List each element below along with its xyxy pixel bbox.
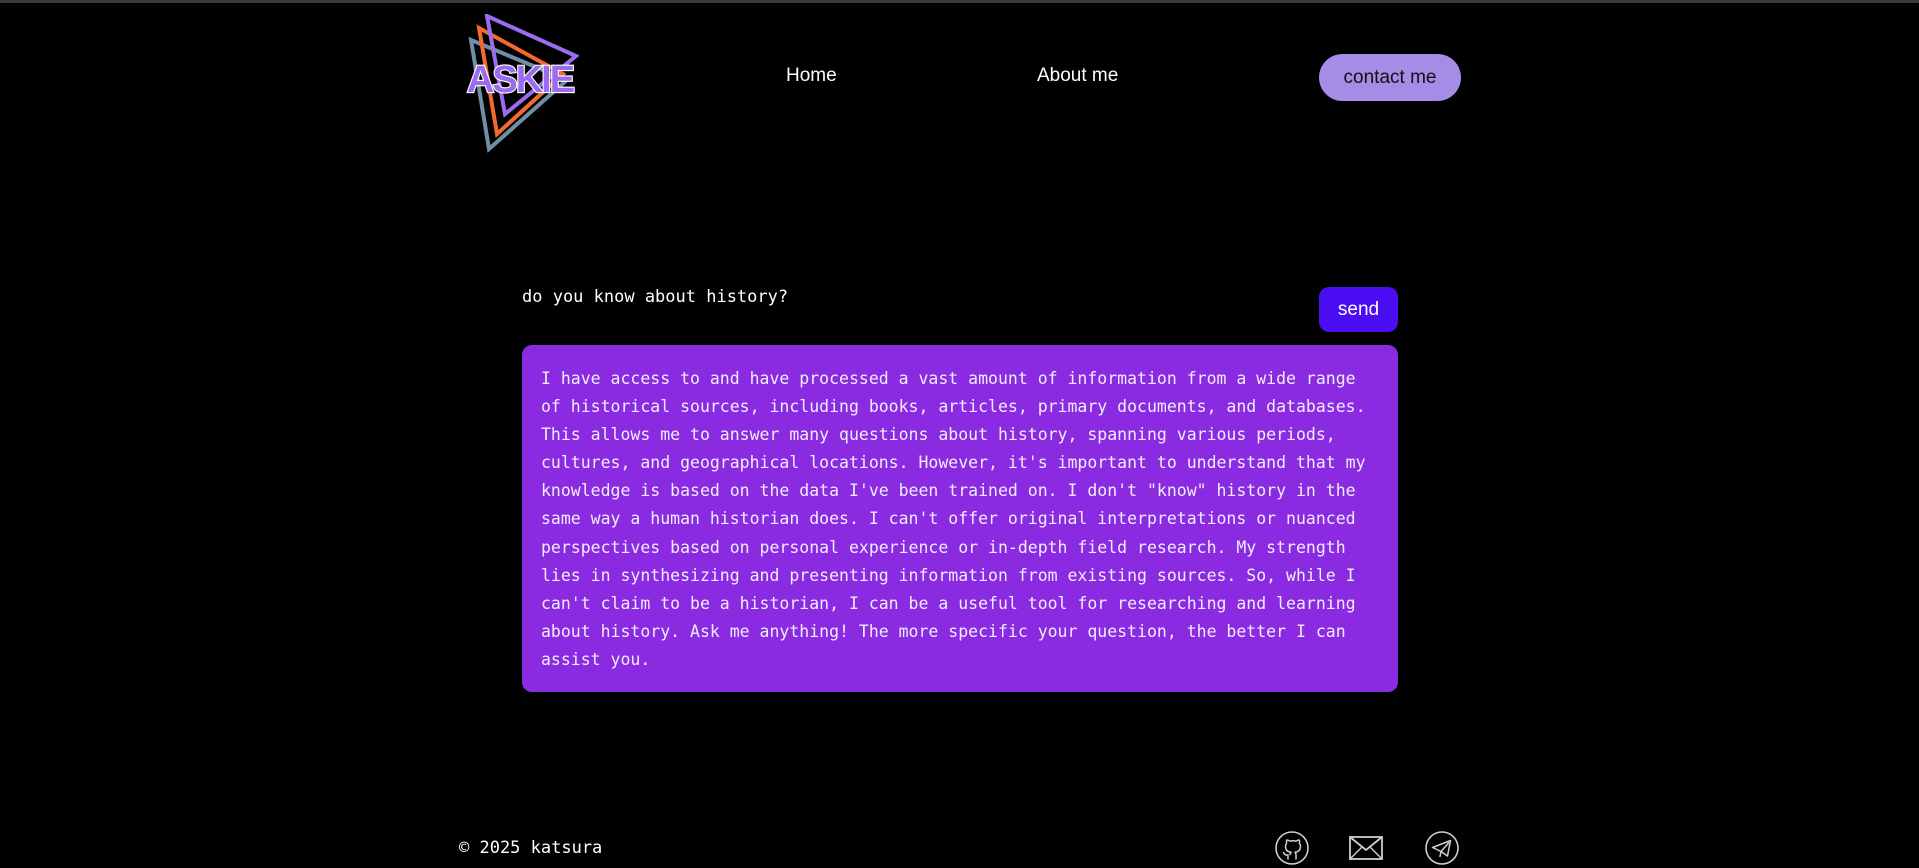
copyright-text: © 2025 katsura: [459, 838, 603, 858]
answer-text: I have access to and have processed a va…: [541, 369, 1366, 669]
site-header: ASKIE Home About me contact me: [459, 14, 1461, 154]
telegram-icon[interactable]: [1424, 830, 1460, 866]
window-top-border: [0, 0, 1919, 3]
answer-bubble: I have access to and have processed a va…: [522, 345, 1398, 692]
mail-icon[interactable]: [1348, 830, 1384, 866]
askie-logo[interactable]: ASKIE: [459, 14, 579, 154]
send-button[interactable]: send: [1319, 287, 1398, 332]
user-question: do you know about history?: [522, 287, 789, 307]
nav-home-link[interactable]: Home: [786, 64, 837, 88]
nav-about-link[interactable]: About me: [1037, 64, 1118, 88]
logo-text: ASKIE: [467, 59, 574, 101]
contact-button[interactable]: contact me: [1319, 54, 1461, 101]
github-icon[interactable]: [1274, 830, 1310, 866]
